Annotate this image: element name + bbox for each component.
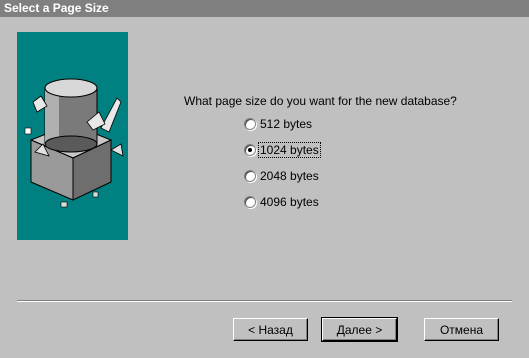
radio-button[interactable] — [244, 118, 256, 130]
radio-button-checked[interactable] — [244, 144, 256, 156]
radio-label: 1024 bytes — [258, 142, 321, 158]
cancel-button[interactable]: Отмена — [424, 318, 499, 341]
back-button[interactable]: < Назад — [233, 318, 308, 341]
radio-label: 4096 bytes — [260, 195, 319, 209]
divider — [17, 300, 512, 302]
database-cube-icon — [17, 32, 128, 240]
radio-label: 512 bytes — [260, 117, 313, 131]
page-size-2048-radio[interactable]: 2048 bytes — [244, 168, 320, 184]
radio-button[interactable] — [244, 196, 256, 208]
radio-label: 2048 bytes — [260, 169, 319, 183]
page-size-4096-radio[interactable]: 4096 bytes — [244, 194, 320, 210]
radio-button[interactable] — [244, 170, 256, 182]
window-title: Select a Page Size — [0, 0, 529, 17]
page-size-question: What page size do you want for the new d… — [184, 94, 457, 108]
next-button[interactable]: Далее > — [321, 317, 398, 342]
page-size-512-radio[interactable]: 512 bytes — [244, 116, 313, 132]
page-size-1024-radio[interactable]: 1024 bytes — [244, 142, 321, 158]
